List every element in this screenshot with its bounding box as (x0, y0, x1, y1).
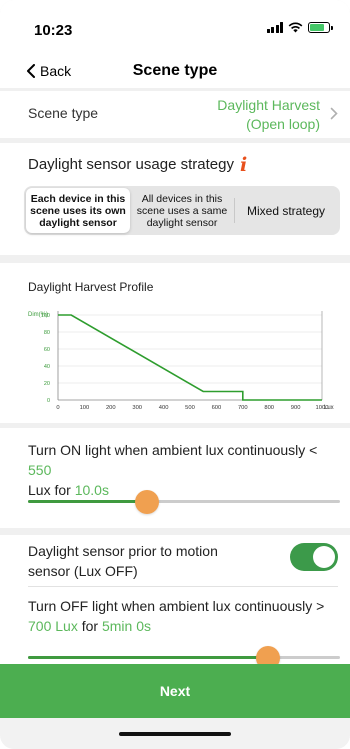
strategy-title-text: Daylight sensor usage strategy (28, 156, 234, 173)
scene-type-label: Scene type (28, 105, 99, 121)
chart-title: Daylight Harvest Profile (28, 280, 154, 294)
chart-x-tick-label: 600 (212, 405, 222, 411)
motion-priority-toggle[interactable] (290, 543, 338, 571)
turn-on-lux-value[interactable]: 550 (28, 462, 51, 478)
chart-y-tick-label: 0 (47, 398, 50, 404)
slider-fill (28, 656, 269, 659)
motion-priority-label: Daylight sensor prior to motion sensor (… (28, 543, 218, 579)
chart-y-tick-label: 60 (44, 347, 50, 353)
wifi-icon (288, 22, 303, 33)
signal-icon (266, 22, 283, 33)
strategy-option-mixed[interactable]: Mixed strategy (234, 188, 338, 233)
slider-knob[interactable] (134, 490, 159, 514)
chevron-right-icon (330, 107, 338, 120)
status-bar: 10:23 (0, 0, 350, 58)
battery-icon (308, 22, 333, 33)
scene-type-value-line2: (Open loop) (246, 116, 320, 132)
strategy-card: Daylight sensor usage strategy i Each de… (0, 143, 350, 255)
turn-off-prefix: Turn OFF light when ambient lux continuo… (28, 598, 325, 614)
turn-on-prefix: Turn ON light when ambient lux continuou… (28, 442, 318, 458)
turn-on-lux-slider[interactable] (28, 489, 340, 515)
slider-fill (28, 500, 147, 503)
home-indicator-area (0, 718, 350, 749)
chart-y-tick-label: 40 (44, 364, 50, 370)
strategy-segmented-control: Each device in this scene uses its own d… (24, 186, 340, 235)
chart-x-tick-label: 100 (80, 405, 90, 411)
turn-off-description: Turn OFF light when ambient lux continuo… (28, 596, 338, 636)
chart-x-axis-label: Lux (324, 405, 334, 411)
chart-y-tick-label: 80 (44, 330, 50, 336)
turn-off-for: for (81, 618, 99, 634)
chart-y-tick-label: 20 (44, 381, 50, 387)
info-icon[interactable]: i (240, 155, 247, 174)
chart-x-tick-label: 500 (185, 405, 195, 411)
strategy-option-same-sensor[interactable]: All devices in this scene uses a same da… (130, 188, 234, 233)
status-icons (266, 22, 333, 33)
daylight-profile-chart: 0204060801000 100 200 300 400 500 600 700 800 900… (28, 311, 334, 411)
divider (28, 586, 338, 587)
page-title: Scene type (132, 62, 218, 79)
chart-series-line (58, 314, 322, 401)
scene-type-value-line1: Daylight Harvest (217, 97, 320, 113)
chart-x-tick-label: 800 (264, 405, 274, 411)
turn-off-duration[interactable]: 5min 0s (102, 618, 151, 634)
home-indicator (119, 732, 231, 736)
chart-x-tick-label: 900 (291, 405, 301, 411)
chart-x-tick-label: 700 (238, 405, 248, 411)
toggle-knob (313, 546, 335, 568)
chart-x-tick-label: 300 (132, 405, 142, 411)
scene-type-value: Daylight Harvest (Open loop) (217, 96, 320, 134)
strategy-option-own-sensor[interactable]: Each device in this scene uses its own d… (26, 188, 130, 233)
turn-off-lux-value[interactable]: 700 Lux (28, 618, 78, 634)
chart-y-axis-label: Dim(%) (28, 312, 48, 318)
strategy-option-label: Mixed strategy (246, 203, 326, 218)
turn-on-card: Turn ON light when ambient lux continuou… (0, 428, 350, 528)
chart-x-tick-label: 0 (56, 405, 59, 411)
strategy-title: Daylight sensor usage strategy i (28, 155, 247, 174)
status-time: 10:23 (34, 22, 73, 39)
profile-chart-card: Daylight Harvest Profile 0 20 40 60 80 100 0 10… (0, 263, 350, 423)
strategy-option-label: Each device in this scene uses its own d… (30, 192, 126, 229)
strategy-option-label: All devices in this scene uses a same da… (136, 192, 228, 229)
navigation-bar: Back Scene type (0, 58, 350, 88)
scene-type-row[interactable]: Scene type Daylight Harvest (Open loop) (0, 91, 350, 138)
phone-screen: 10:23 Back Scene type Scene type Dayligh… (0, 0, 350, 749)
chart-x-tick-label: 400 (159, 405, 169, 411)
segment-divider (234, 198, 235, 223)
chart-x-tick-label: 200 (106, 405, 116, 411)
next-button[interactable]: Next (0, 664, 350, 718)
